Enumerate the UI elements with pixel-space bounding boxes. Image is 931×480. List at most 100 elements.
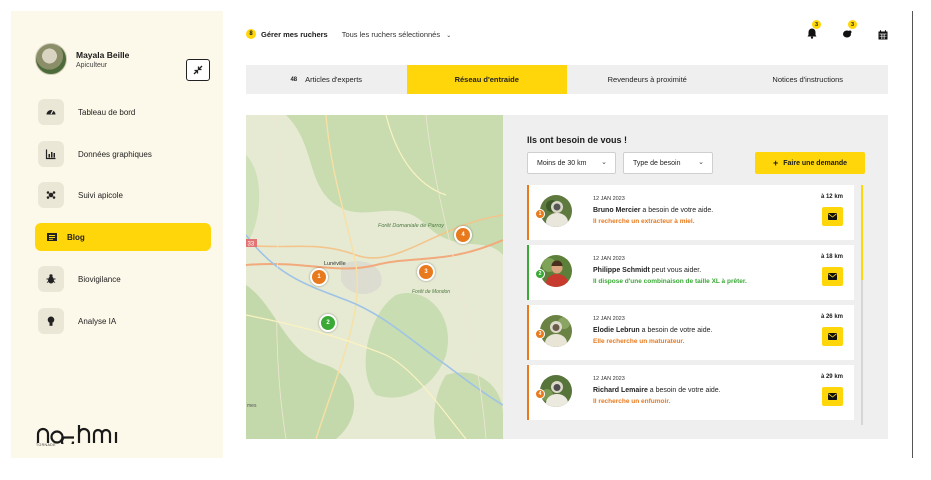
manage-apiaries-link[interactable]: Gérer mes ruchers bbox=[261, 30, 328, 39]
help-card: 3 12 JAN 2023 Elodie Lebrun a besoin de … bbox=[527, 305, 854, 360]
send-message-button[interactable] bbox=[822, 267, 843, 286]
tab-articles-experts[interactable]: 48 Articles d'experts bbox=[246, 65, 407, 94]
panel-title: Ils ont besoin de vous ! bbox=[527, 135, 628, 145]
card-distance: à 18 km bbox=[820, 254, 843, 260]
need-type-filter-value: Type de besoin bbox=[633, 159, 681, 167]
card-message-text: peut vous aider. bbox=[649, 267, 702, 274]
user-profile[interactable]: Mayala Beille Apiculteur bbox=[35, 43, 129, 75]
map-label-road: 33 bbox=[248, 242, 255, 248]
apiary-select-value: Tous les ruchers sélectionnés bbox=[341, 29, 441, 39]
tab-label: Articles d'experts bbox=[305, 75, 363, 84]
mail-icon bbox=[828, 393, 837, 400]
need-type-filter-select[interactable]: Type de besoin ⌄ bbox=[623, 152, 713, 174]
tab-label: Revendeurs à proximité bbox=[607, 75, 687, 84]
cards-scrollbar[interactable] bbox=[861, 185, 863, 425]
card-date: 12 JAN 2023 bbox=[593, 376, 625, 382]
card-date: 12 JAN 2023 bbox=[593, 196, 625, 202]
map-marker-3[interactable]: 3 bbox=[417, 263, 435, 281]
card-accent-bar bbox=[527, 305, 529, 360]
card-author-name: Bruno Mercier bbox=[593, 207, 641, 214]
sidebar-item-label: Biovigilance bbox=[78, 274, 121, 284]
help-card: 2 12 JAN 2023 Philippe Schmidt peut vous… bbox=[527, 245, 854, 300]
mail-icon bbox=[828, 273, 837, 280]
help-card: 4 12 JAN 2023 Richard Lemaire a besoin d… bbox=[527, 365, 854, 420]
chevron-down-icon: ⌄ bbox=[446, 32, 452, 39]
calendar-button[interactable] bbox=[878, 27, 888, 45]
send-message-button[interactable] bbox=[822, 327, 843, 346]
alerts-count-badge: 3 bbox=[848, 20, 857, 29]
articles-count: 48 bbox=[290, 76, 298, 83]
avatar bbox=[35, 43, 67, 75]
card-author-name: Elodie Lebrun bbox=[593, 327, 640, 334]
sidebar-item-tableau-de-bord[interactable]: Tableau de bord bbox=[35, 98, 211, 126]
card-message: Elodie Lebrun a besoin de votre aide. bbox=[593, 327, 712, 334]
tab-reseau-entraide[interactable]: Réseau d'entraide bbox=[406, 65, 567, 94]
apiary-count-badge: 8 bbox=[246, 29, 256, 39]
sidebar-item-donnees-graphiques[interactable]: Données graphiques bbox=[35, 140, 211, 168]
card-date: 12 JAN 2023 bbox=[593, 256, 625, 262]
map-view[interactable]: 33 Forêt Domaniale de Parroy Lunéville F… bbox=[246, 115, 503, 439]
card-message: Richard Lemaire a besoin de votre aide. bbox=[593, 387, 721, 394]
scrollbar-thumb[interactable] bbox=[861, 185, 863, 280]
sidebar-item-label: Données graphiques bbox=[78, 149, 152, 159]
apiary-manager[interactable]: 8 Gérer mes ruchers Tous les ruchers sél… bbox=[246, 29, 451, 39]
card-message: Bruno Mercier a besoin de votre aide. bbox=[593, 207, 713, 214]
card-need: Il dispose d'une combinaison de taille X… bbox=[593, 278, 747, 285]
card-distance: à 26 km bbox=[820, 314, 843, 320]
user-role: Apiculteur bbox=[76, 61, 108, 69]
card-number-badge: 2 bbox=[535, 269, 545, 279]
tab-notices[interactable]: Notices d'instructions bbox=[728, 65, 889, 94]
sidebar-item-label: Analyse IA bbox=[78, 316, 117, 326]
content-divider bbox=[912, 11, 913, 458]
card-number-badge: 1 bbox=[535, 209, 545, 219]
sidebar-item-blog[interactable]: Blog bbox=[35, 223, 211, 251]
mail-icon bbox=[828, 213, 837, 220]
card-date: 12 JAN 2023 bbox=[593, 316, 625, 322]
sidebar-item-label: Suivi apicole bbox=[78, 190, 123, 200]
map-canvas: 33 Forêt Domaniale de Parroy Lunéville F… bbox=[246, 115, 503, 439]
card-distance: à 29 km bbox=[820, 374, 843, 380]
make-request-button[interactable]: + Faire une demande bbox=[755, 152, 865, 174]
card-distance: à 12 km bbox=[820, 194, 843, 200]
tab-revendeurs[interactable]: Revendeurs à proximité bbox=[567, 65, 728, 94]
card-need: Il recherche un extracteur à miel. bbox=[593, 218, 695, 225]
map-marker-2[interactable]: 2 bbox=[319, 314, 337, 332]
apiary-select[interactable]: Tous les ruchers sélectionnés ⌄ bbox=[342, 30, 452, 39]
bug-icon bbox=[38, 266, 64, 292]
map-marker-1[interactable]: 1 bbox=[310, 268, 328, 286]
beekeeper-photo bbox=[540, 315, 572, 347]
collapse-sidebar-button[interactable] bbox=[186, 59, 210, 81]
calendar-icon bbox=[878, 30, 888, 40]
make-request-label: Faire une demande bbox=[783, 159, 848, 167]
beekeeper-photo bbox=[540, 255, 572, 287]
map-label-foret-parroy: Forêt Domaniale de Parroy bbox=[378, 223, 445, 229]
bulb-icon bbox=[38, 308, 64, 334]
map-marker-4[interactable]: 4 bbox=[454, 226, 472, 244]
card-message-text: a besoin de votre aide. bbox=[647, 387, 721, 394]
sidebar-item-suivi-apicole[interactable]: Suivi apicole bbox=[35, 181, 211, 209]
sidebar-item-biovigilance[interactable]: Biovigilance bbox=[35, 265, 211, 293]
hive-icon bbox=[38, 182, 64, 208]
distance-filter-value: Moins de 30 km bbox=[537, 159, 587, 167]
biovigilance-alerts-button[interactable]: 3 bbox=[841, 20, 857, 44]
distance-filter-select[interactable]: Moins de 30 km ⌄ bbox=[527, 152, 616, 174]
card-author-name: Richard Lemaire bbox=[593, 387, 648, 394]
map-label-luneville: Lunéville bbox=[324, 261, 346, 267]
card-message-text: a besoin de votre aide. bbox=[640, 207, 714, 214]
card-number-badge: 4 bbox=[535, 389, 545, 399]
sidebar-item-label: Blog bbox=[67, 232, 85, 242]
sidebar-item-analyse-ia[interactable]: Analyse IA bbox=[35, 307, 211, 335]
send-message-button[interactable] bbox=[822, 207, 843, 226]
notifications-button[interactable]: 3 bbox=[806, 20, 821, 44]
beekeeper-photo bbox=[540, 375, 572, 407]
collapse-arrows-icon bbox=[193, 65, 203, 75]
app-root: Mayala Beille Apiculteur Tableau de bord… bbox=[0, 0, 931, 480]
card-need: Elle recherche un maturateur. bbox=[593, 338, 685, 345]
logo-subtitle: TORNADE bbox=[36, 443, 56, 447]
mail-icon bbox=[828, 333, 837, 340]
help-card: 1 12 JAN 2023 Bruno Mercier a besoin de … bbox=[527, 185, 854, 240]
tab-label: Notices d'instructions bbox=[772, 75, 844, 84]
card-accent-bar bbox=[527, 365, 529, 420]
send-message-button[interactable] bbox=[822, 387, 843, 406]
plus-icon: + bbox=[772, 158, 779, 168]
